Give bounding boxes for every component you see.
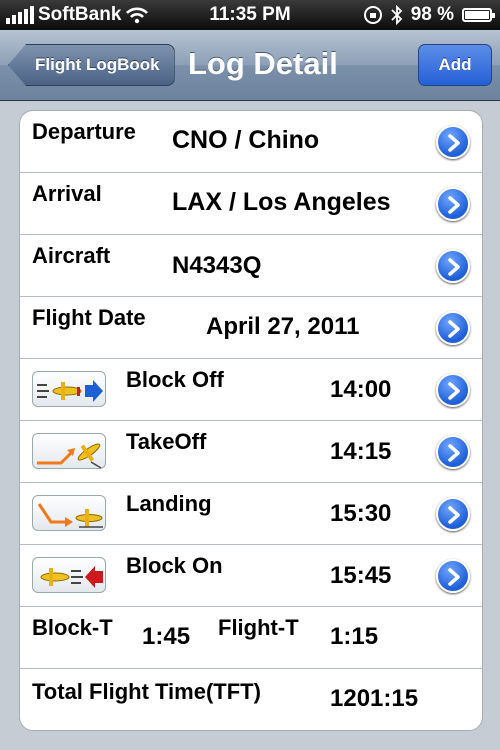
block-on-label: Block On — [126, 553, 223, 578]
add-button[interactable]: Add — [418, 44, 492, 86]
disclosure-arrow-icon[interactable] — [436, 373, 470, 407]
row-arrival[interactable]: Arrival LAX / Los Angeles — [20, 173, 482, 235]
aircraft-value: N4343Q — [172, 252, 262, 279]
navigation-bar: Flight LogBook Log Detail Add — [0, 30, 500, 101]
flight-date-label: Flight Date — [32, 305, 146, 330]
takeoff-icon — [32, 433, 106, 469]
block-off-label: Block Off — [126, 367, 224, 392]
row-aircraft[interactable]: Aircraft N4343Q — [20, 235, 482, 297]
disclosure-arrow-icon[interactable] — [436, 311, 470, 345]
landing-value: 15:30 — [330, 500, 392, 527]
block-off-value: 14:00 — [330, 376, 392, 403]
disclosure-arrow-icon[interactable] — [436, 559, 470, 593]
row-block-off[interactable]: Block Off 14:00 — [20, 359, 482, 421]
disclosure-arrow-icon[interactable] — [436, 125, 470, 159]
departure-label: Departure — [32, 119, 136, 144]
log-detail-table: Departure CNO / Chino Arrival LAX / Los … — [19, 110, 483, 731]
page-title: Log Detail — [188, 46, 338, 81]
row-flight-date[interactable]: Flight Date April 27, 2011 — [20, 297, 482, 359]
flight-time-label: Flight-T — [218, 615, 299, 640]
departure-value: CNO / Chino — [172, 126, 320, 154]
row-block-on[interactable]: Block On 15:45 — [20, 545, 482, 607]
status-right: 98 % — [363, 4, 495, 26]
disclosure-arrow-icon[interactable] — [436, 249, 470, 283]
rotation-lock-icon — [363, 6, 382, 24]
block-time-value: 1:45 — [142, 623, 191, 650]
arrival-value: LAX / Los Angeles — [172, 188, 391, 216]
row-landing[interactable]: Landing 15:30 — [20, 483, 482, 545]
disclosure-arrow-icon[interactable] — [436, 187, 470, 221]
block-on-icon — [32, 557, 106, 593]
battery-icon — [462, 8, 495, 22]
row-takeoff[interactable]: TakeOff 14:15 — [20, 421, 482, 483]
status-bar: SoftBank 11:35 PM 98 % — [0, 0, 500, 30]
row-total-flight-time: Total Flight Time(TFT) 1201:15 — [20, 669, 482, 730]
disclosure-arrow-icon[interactable] — [436, 435, 470, 469]
bluetooth-icon — [391, 5, 402, 25]
back-button[interactable]: Flight LogBook — [8, 44, 175, 86]
total-flight-time-label: Total Flight Time(TFT) — [32, 679, 261, 704]
block-on-value: 15:45 — [330, 562, 392, 589]
battery-percent: 98 % — [410, 4, 454, 25]
takeoff-label: TakeOff — [126, 429, 207, 454]
row-times: Block-T 1:45 Flight-T 1:15 — [20, 607, 482, 669]
arrival-label: Arrival — [32, 181, 102, 206]
landing-icon — [32, 495, 106, 531]
flight-date-value: April 27, 2011 — [206, 313, 360, 340]
battery-fill — [465, 11, 489, 19]
row-departure[interactable]: Departure CNO / Chino — [20, 111, 482, 173]
takeoff-value: 14:15 — [330, 438, 392, 465]
flight-time-value: 1:15 — [330, 623, 379, 650]
disclosure-arrow-icon[interactable] — [436, 497, 470, 531]
aircraft-label: Aircraft — [32, 243, 111, 268]
total-flight-time-value: 1201:15 — [330, 685, 419, 712]
block-time-label: Block-T — [32, 615, 113, 640]
block-off-icon — [32, 371, 106, 407]
landing-label: Landing — [126, 491, 212, 516]
